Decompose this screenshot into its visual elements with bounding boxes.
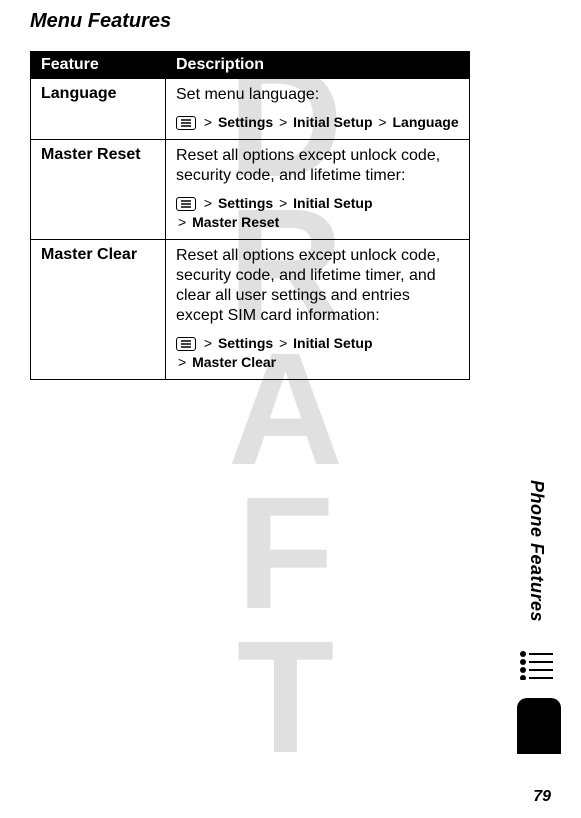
- path-separator: >: [178, 354, 186, 370]
- features-table: Feature Description Language Set menu la…: [30, 51, 470, 380]
- path-part: Language: [392, 114, 458, 130]
- path-separator: >: [279, 335, 287, 351]
- header-feature: Feature: [31, 52, 166, 79]
- path-part: Settings: [218, 114, 273, 130]
- header-description: Description: [166, 52, 470, 79]
- path-part: Master Clear: [192, 354, 276, 370]
- path-part: Settings: [218, 195, 273, 211]
- path-part: Master Reset: [192, 214, 279, 230]
- path-separator: >: [279, 114, 287, 130]
- page-tab-shape: [517, 698, 561, 754]
- table-row: Master Reset Reset all options except un…: [31, 139, 470, 239]
- path-part: Initial Setup: [293, 195, 372, 211]
- menu-icon: [176, 116, 196, 130]
- path-separator: >: [204, 114, 212, 130]
- path-separator: >: [279, 195, 287, 211]
- path-part: Initial Setup: [293, 114, 372, 130]
- path-separator: >: [378, 114, 386, 130]
- desc-text: Set menu language:: [176, 85, 459, 105]
- nav-path: > Settings > Initial Setup > Master Rese…: [176, 194, 459, 233]
- bullet-list-icon: [519, 650, 553, 680]
- desc-text: Reset all options except unlock code, se…: [176, 146, 459, 186]
- section-title: Menu Features: [30, 10, 551, 33]
- feature-description: Reset all options except unlock code, se…: [166, 239, 470, 379]
- table-row: Master Clear Reset all options except un…: [31, 239, 470, 379]
- table-row: Language Set menu language: > Settings: [31, 79, 470, 140]
- path-separator: >: [204, 335, 212, 351]
- menu-icon: [176, 337, 196, 351]
- path-separator: >: [204, 195, 212, 211]
- nav-path: > Settings > Initial Setup > Language: [176, 113, 459, 133]
- menu-icon: [176, 197, 196, 211]
- feature-name: Master Clear: [31, 239, 166, 379]
- feature-name: Language: [31, 79, 166, 140]
- path-separator: >: [178, 214, 186, 230]
- page-number: 79: [533, 788, 551, 806]
- nav-path: > Settings > Initial Setup > Master Clea…: [176, 334, 459, 373]
- path-part: Settings: [218, 335, 273, 351]
- side-section-label: Phone Features: [526, 480, 547, 622]
- feature-description: Set menu language: > Settings > In: [166, 79, 470, 140]
- feature-name: Master Reset: [31, 139, 166, 239]
- desc-text: Reset all options except unlock code, se…: [176, 246, 459, 326]
- path-part: Initial Setup: [293, 335, 372, 351]
- feature-description: Reset all options except unlock code, se…: [166, 139, 470, 239]
